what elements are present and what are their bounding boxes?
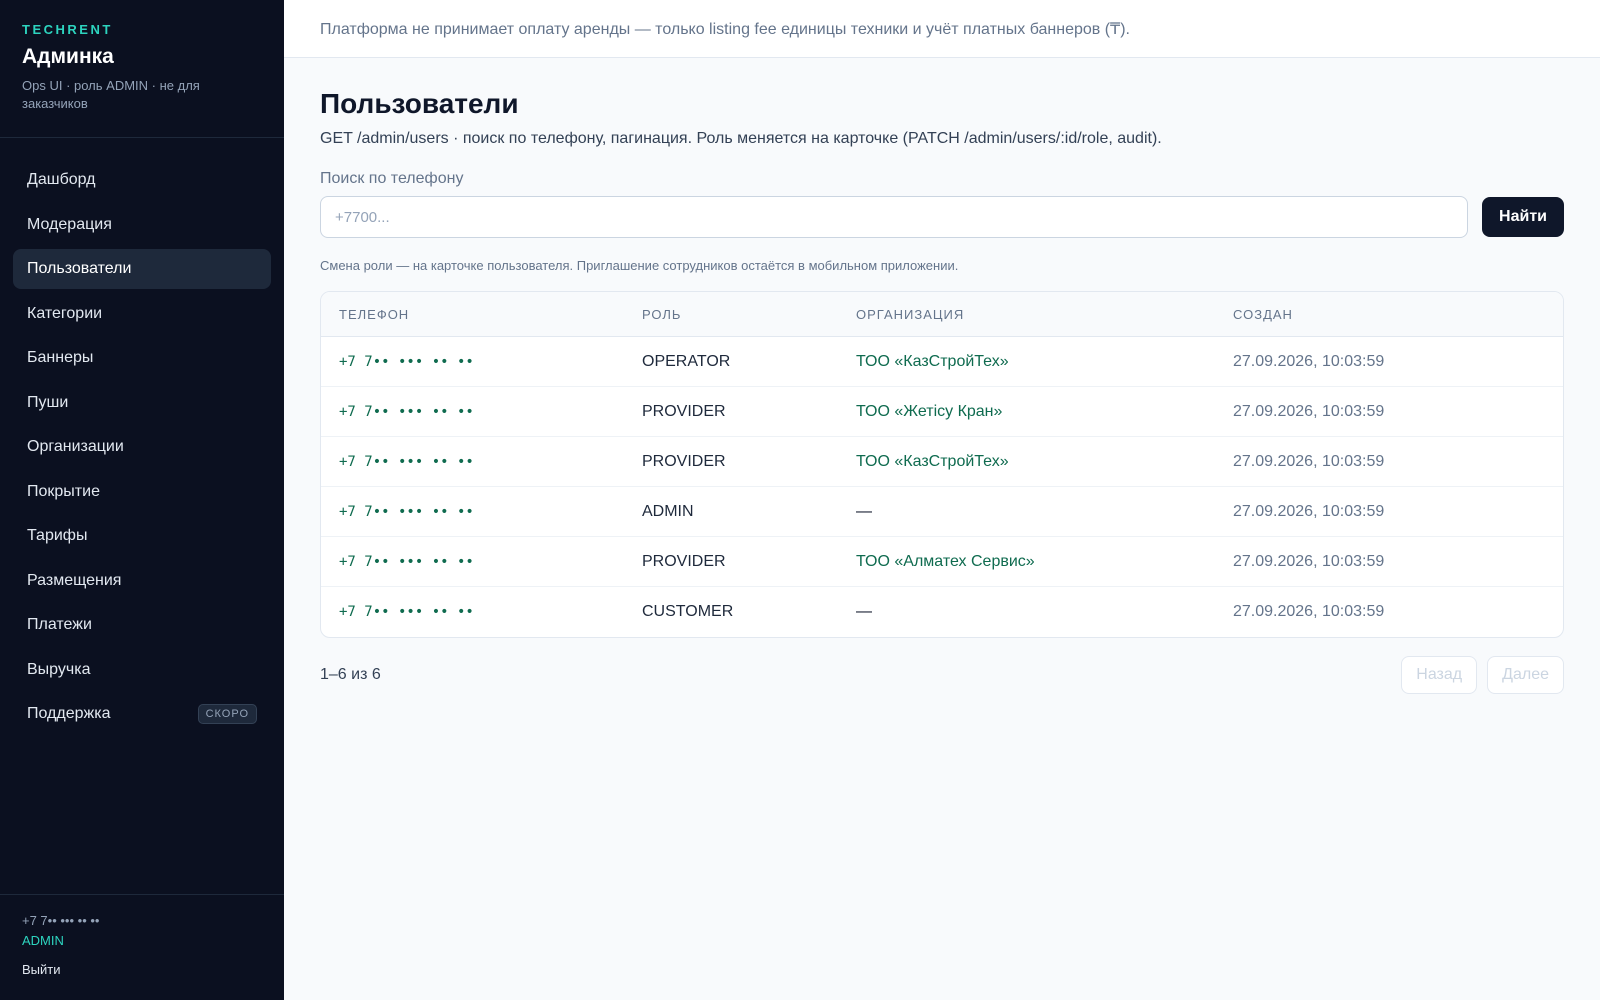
table-row[interactable]: +7 7•• ••• •• •• PROVIDER ТОО «КазСтройТ… bbox=[321, 437, 1563, 487]
sidebar-item-label: Пользователи bbox=[27, 260, 132, 277]
sidebar-item-label: Организации bbox=[27, 438, 124, 455]
brand-title: Админка bbox=[22, 45, 114, 68]
user-organization-link[interactable]: ТОО «Жетісу Кран» bbox=[856, 403, 1233, 421]
search-row: Найти bbox=[320, 196, 1564, 238]
top-notice-bar: Платформа не принимает оплату аренды — т… bbox=[284, 0, 1600, 58]
user-role: CUSTOMER bbox=[642, 603, 734, 620]
user-phone-link[interactable]: +7 7•• ••• •• •• bbox=[321, 554, 642, 570]
user-created-date: 27.09.2026, 10:03:59 bbox=[1233, 552, 1385, 570]
table-row[interactable]: +7 7•• ••• •• •• ADMIN — 27.09.2026, 10:… bbox=[321, 487, 1563, 537]
users-table: ТЕЛЕФОН РОЛЬ ОРГАНИЗАЦИЯ СОЗДАН +7 7•• •… bbox=[320, 291, 1564, 638]
user-organization-link[interactable]: ТОО «КазСтройТех» bbox=[856, 453, 1233, 471]
table-row[interactable]: +7 7•• ••• •• •• OPERATOR ТОО «КазСтройТ… bbox=[321, 337, 1563, 387]
column-header-organization[interactable]: ОРГАНИЗАЦИЯ bbox=[856, 307, 1233, 322]
search-button[interactable]: Найти bbox=[1482, 197, 1564, 237]
user-organization-empty: — bbox=[856, 603, 872, 620]
logout-link[interactable]: Выйти bbox=[22, 962, 262, 977]
column-header-created[interactable]: СОЗДАН bbox=[1233, 307, 1563, 322]
user-organization-link[interactable]: ТОО «КазСтройТех» bbox=[856, 353, 1233, 371]
brand-block: TECHRENT Админка Ops UI · роль ADMIN · н… bbox=[0, 0, 284, 138]
sidebar-item-label: Баннеры bbox=[27, 349, 94, 366]
user-created-date: 27.09.2026, 10:03:59 bbox=[1233, 452, 1385, 470]
sidebar-item-dashboard[interactable]: Дашборд bbox=[13, 160, 271, 200]
user-created-date: 27.09.2026, 10:03:59 bbox=[1233, 502, 1385, 520]
sidebar-item-coverage[interactable]: Покрытие bbox=[13, 472, 271, 512]
user-phone-link[interactable]: +7 7•• ••• •• •• bbox=[321, 404, 642, 420]
user-role: PROVIDER bbox=[642, 452, 726, 470]
user-phone-link[interactable]: +7 7•• ••• •• •• bbox=[321, 354, 642, 370]
table-row[interactable]: +7 7•• ••• •• •• CUSTOMER — 27.09.2026, … bbox=[321, 587, 1563, 637]
page-title: Пользователи bbox=[320, 88, 519, 119]
sidebar-item-label: Тарифы bbox=[27, 527, 88, 544]
sidebar-item-label: Покрытие bbox=[27, 482, 100, 500]
sidebar-item-label: Платежи bbox=[27, 616, 92, 633]
sidebar-item-placements[interactable]: Размещения bbox=[13, 561, 271, 601]
user-created-date: 27.09.2026, 10:03:59 bbox=[1233, 352, 1385, 370]
soon-badge: СКОРО bbox=[197, 704, 257, 724]
user-role: PROVIDER bbox=[642, 552, 726, 570]
user-phone-link[interactable]: +7 7•• ••• •• •• bbox=[321, 454, 642, 470]
sidebar-item-tariffs[interactable]: Тарифы bbox=[13, 516, 271, 556]
brand-tag: TECHRENT bbox=[22, 22, 113, 37]
sidebar-footer: +7 7•• ••• •• •• ADMIN Выйти bbox=[0, 894, 284, 1000]
column-header-role[interactable]: РОЛЬ bbox=[642, 307, 856, 322]
sidebar-item-banners[interactable]: Баннеры bbox=[13, 338, 271, 378]
sidebar-item-moderation[interactable]: Модерация bbox=[13, 205, 271, 245]
sidebar-item-label: Модерация bbox=[27, 215, 112, 233]
table-header: ТЕЛЕФОН РОЛЬ ОРГАНИЗАЦИЯ СОЗДАН bbox=[321, 292, 1563, 337]
current-user-phone: +7 7•• ••• •• •• bbox=[22, 913, 100, 928]
sidebar-item-label: Категории bbox=[27, 304, 103, 322]
sidebar-item-support[interactable]: Поддержка СКОРО bbox=[13, 694, 271, 734]
brand-subtitle: Ops UI · роль ADMIN · не для заказчиков bbox=[22, 78, 200, 111]
platform-notice: Платформа не принимает оплату аренды — т… bbox=[320, 20, 1130, 38]
current-user-role: ADMIN bbox=[22, 933, 64, 948]
user-phone-link[interactable]: +7 7•• ••• •• •• bbox=[321, 604, 642, 620]
user-role: ADMIN bbox=[642, 502, 694, 520]
role-hint: Смена роли — на карточке пользователя. П… bbox=[320, 258, 959, 273]
phone-search-input[interactable] bbox=[320, 196, 1469, 238]
column-header-phone[interactable]: ТЕЛЕФОН bbox=[321, 307, 642, 322]
sidebar-item-users[interactable]: Пользователи bbox=[13, 249, 271, 289]
page-subtitle: GET /admin/users · поиск по телефону, па… bbox=[320, 130, 1162, 147]
pagination-buttons: Назад Далее bbox=[1391, 656, 1564, 694]
user-organization-link[interactable]: ТОО «Алматех Сервис» bbox=[856, 553, 1233, 571]
pagination: 1–6 из 6 Назад Далее bbox=[320, 656, 1564, 694]
sidebar-item-label: Поддержка bbox=[27, 705, 111, 722]
user-phone-link[interactable]: +7 7•• ••• •• •• bbox=[321, 504, 642, 520]
sidebar: TECHRENT Админка Ops UI · роль ADMIN · н… bbox=[0, 0, 284, 1000]
sidebar-item-categories[interactable]: Категории bbox=[13, 294, 271, 334]
sidebar-item-label: Выручка bbox=[27, 660, 91, 678]
sidebar-item-organizations[interactable]: Организации bbox=[13, 427, 271, 467]
search-label: Поиск по телефону bbox=[320, 170, 464, 187]
user-organization-empty: — bbox=[856, 502, 872, 520]
user-created-date: 27.09.2026, 10:03:59 bbox=[1233, 603, 1385, 620]
table-row[interactable]: +7 7•• ••• •• •• PROVIDER ТОО «Алматех С… bbox=[321, 537, 1563, 587]
main-content: Пользователи GET /admin/users · поиск по… bbox=[320, 58, 1564, 694]
sidebar-item-label: Пуши bbox=[27, 393, 69, 411]
sidebar-item-revenue[interactable]: Выручка bbox=[13, 650, 271, 690]
prev-page-button[interactable]: Назад bbox=[1401, 656, 1478, 694]
table-row[interactable]: +7 7•• ••• •• •• PROVIDER ТОО «Жетісу Кр… bbox=[321, 387, 1563, 437]
sidebar-nav: Дашборд Модерация Пользователи Категории… bbox=[0, 138, 284, 734]
pagination-count: 1–6 из 6 bbox=[320, 666, 381, 683]
user-role: OPERATOR bbox=[642, 352, 731, 370]
sidebar-item-label: Дашборд bbox=[27, 171, 96, 188]
user-role: PROVIDER bbox=[642, 402, 726, 420]
sidebar-item-label: Размещения bbox=[27, 571, 122, 589]
sidebar-item-push[interactable]: Пуши bbox=[13, 383, 271, 423]
user-created-date: 27.09.2026, 10:03:59 bbox=[1233, 402, 1385, 420]
sidebar-item-payments[interactable]: Платежи bbox=[13, 605, 271, 645]
next-page-button[interactable]: Далее bbox=[1487, 656, 1564, 694]
